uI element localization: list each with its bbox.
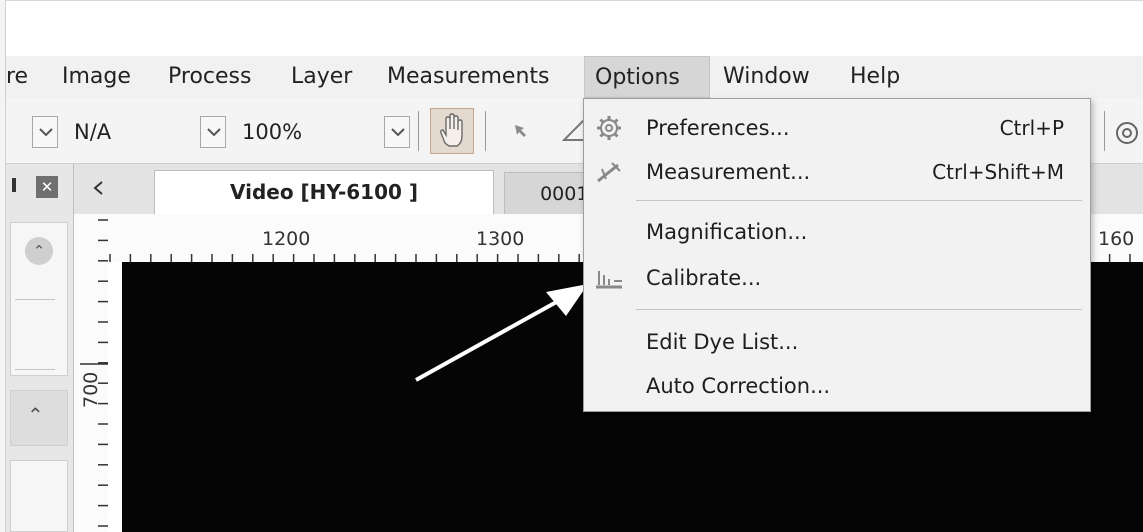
- collapse-section-button[interactable]: ⌃: [25, 237, 53, 265]
- menu-item-preferences-label: Preferences...: [646, 116, 790, 140]
- menu-bar: re Image Process Layer Measurements Opti…: [6, 56, 1143, 98]
- menu-image[interactable]: Image: [62, 56, 131, 98]
- menu-measurements[interactable]: Measurements: [387, 56, 550, 98]
- menu-item-preferences-shortcut: Ctrl+P: [999, 116, 1064, 140]
- ruler-label-160: 160: [1098, 228, 1135, 250]
- hand-pan-icon: [440, 113, 463, 147]
- menu-item-preferences[interactable]: Preferences... Ctrl+P: [584, 107, 1090, 149]
- menu-process[interactable]: Process: [168, 56, 251, 98]
- gear-icon: [597, 116, 621, 140]
- chevron-down-icon: [207, 128, 221, 137]
- zoom-value[interactable]: 100%: [242, 120, 302, 144]
- panel-divider: [15, 299, 55, 300]
- menu-item-auto-correction[interactable]: Auto Correction...: [584, 365, 1090, 407]
- menu-item-magnification-label: Magnification...: [646, 220, 808, 244]
- combo1-dropdown-button[interactable]: [32, 116, 58, 148]
- menu-layer[interactable]: Layer: [291, 56, 352, 98]
- menu-separator: [636, 200, 1082, 201]
- menu-window[interactable]: Window: [723, 56, 810, 98]
- panel-section-2-header: ⌃: [10, 390, 68, 446]
- menu-options[interactable]: Options: [584, 56, 710, 98]
- ruler-vertical: 700: [74, 214, 108, 532]
- panel-title-fragment: [12, 178, 16, 192]
- menu-item-edit-dye-list[interactable]: Edit Dye List...: [584, 321, 1090, 363]
- panel-close-button[interactable]: ✕: [36, 176, 58, 198]
- ruler-label-1200: 1200: [262, 228, 311, 250]
- tab-scroll-left-icon[interactable]: [92, 180, 104, 196]
- ruler-label-700: 700: [80, 371, 102, 408]
- tab-video-label: Video [HY-6100 ]: [229, 180, 419, 204]
- tool-dropdown-button[interactable]: [384, 116, 410, 148]
- menu-separator: [636, 309, 1082, 310]
- toolbar-separator: [1104, 111, 1105, 151]
- chevron-down-icon: [39, 128, 53, 137]
- menu-item-calibrate-label: Calibrate...: [646, 266, 762, 290]
- measure-tool-icon: [597, 162, 621, 183]
- toolbar-separator: [485, 111, 486, 151]
- menu-item-auto-correction-label: Auto Correction...: [646, 374, 831, 398]
- menu-item-magnification[interactable]: Magnification...: [584, 211, 1090, 253]
- zoom-dropdown-button[interactable]: [200, 116, 226, 148]
- left-dock-panel: ✕ ⌃ ⌃: [6, 164, 74, 532]
- pan-tool-button[interactable]: [430, 108, 474, 154]
- menu-help[interactable]: Help: [850, 56, 900, 98]
- menu-item-measurement-shortcut: Ctrl+Shift+M: [932, 160, 1064, 184]
- combo1-value: N/A: [74, 120, 112, 144]
- menu-item-edit-dye-list-label: Edit Dye List...: [646, 330, 799, 354]
- panel-section-2-body: [10, 460, 68, 532]
- chevron-up-icon[interactable]: ⌃: [27, 403, 44, 427]
- menu-item-measurement-label: Measurement...: [646, 160, 811, 184]
- target-icon[interactable]: [1114, 120, 1140, 146]
- panel-divider: [15, 369, 55, 370]
- pointer-icon[interactable]: [512, 122, 530, 140]
- tab-video[interactable]: Video [HY-6100 ]: [154, 170, 494, 214]
- toolbar-separator: [418, 111, 419, 151]
- menu-item-measurement[interactable]: Measurement... Ctrl+Shift+M: [584, 151, 1090, 193]
- options-dropdown-menu: Preferences... Ctrl+P Measurement... Ctr…: [583, 98, 1091, 412]
- menu-item-calibrate[interactable]: Calibrate...: [584, 257, 1090, 299]
- chevron-up-icon: ⌃: [32, 242, 46, 260]
- calibrate-icon: [596, 271, 622, 289]
- panel-section-1: ⌃: [10, 222, 68, 376]
- ruler-label-1300: 1300: [476, 228, 525, 250]
- window-title-area: [0, 0, 1143, 56]
- chevron-down-icon: [391, 128, 405, 137]
- close-icon: ✕: [40, 178, 54, 196]
- menu-file-partial[interactable]: re: [6, 56, 28, 98]
